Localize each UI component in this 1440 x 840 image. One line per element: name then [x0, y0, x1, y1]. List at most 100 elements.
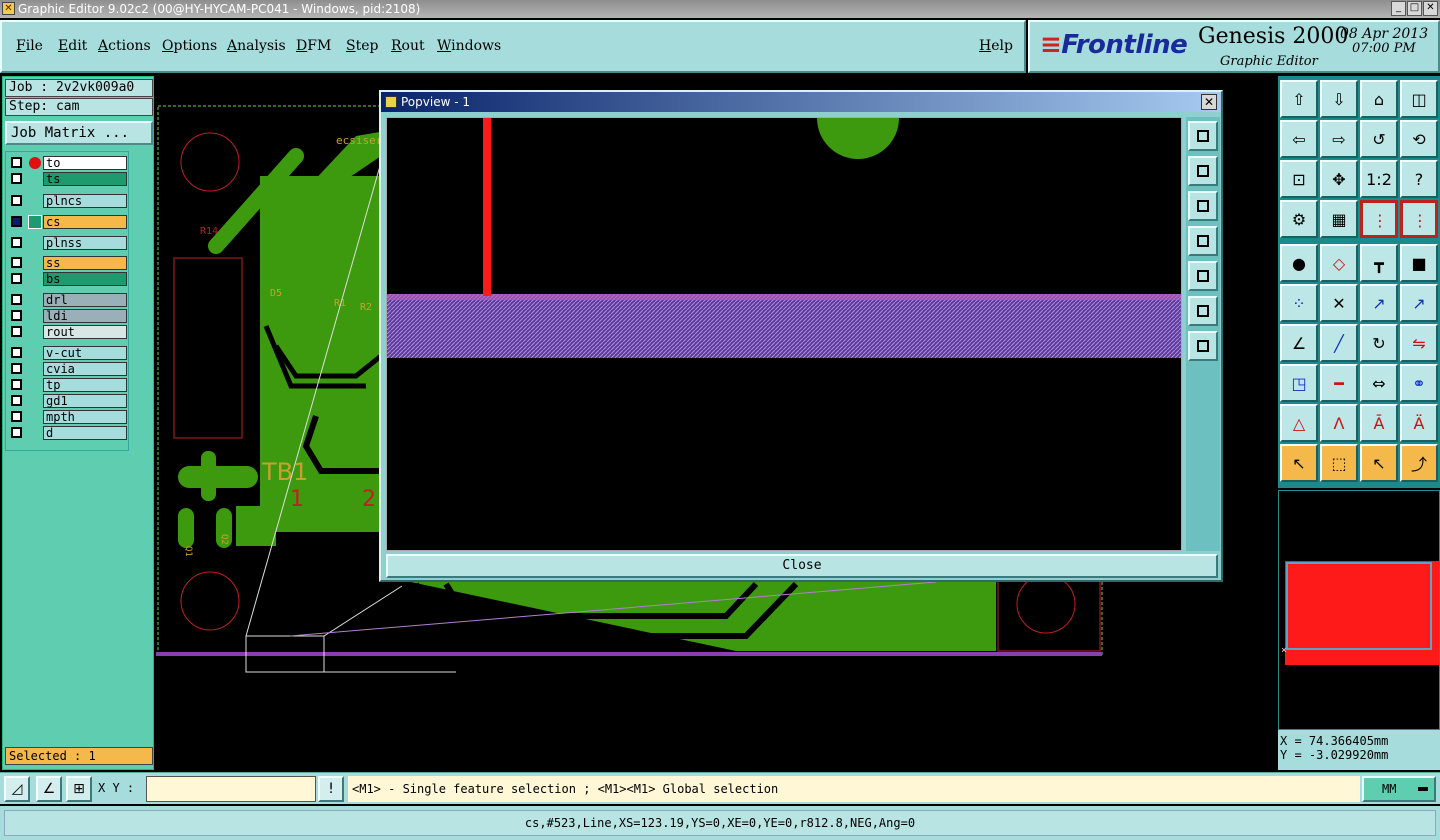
layer-name[interactable]: mpth — [43, 410, 127, 424]
layer-checkbox[interactable] — [11, 326, 22, 337]
snap-active-icon[interactable]: ⋮ — [1400, 200, 1438, 238]
layer-name[interactable]: plnss — [43, 236, 127, 250]
layer-row-plnss[interactable]: plnss — [9, 236, 127, 250]
layer-checkbox[interactable] — [11, 173, 22, 184]
menu-options[interactable]: Options — [162, 38, 217, 54]
select-icon[interactable]: ↖ — [1280, 444, 1318, 482]
layer-checkbox[interactable] — [11, 411, 22, 422]
select-touch-icon[interactable]: ↖ — [1360, 444, 1398, 482]
settings-icon[interactable]: ⚙ — [1280, 200, 1318, 238]
menu-analysis[interactable]: Analysis — [227, 38, 286, 54]
mirror-icon[interactable]: ⇋ — [1400, 324, 1438, 362]
pan-down-icon[interactable] — [1188, 191, 1218, 221]
measure-icon[interactable]: ┳ — [1360, 244, 1398, 282]
delete-icon[interactable]: ✕ — [1320, 284, 1358, 322]
zoom-out-icon[interactable] — [1188, 331, 1218, 361]
layer-checkbox[interactable] — [11, 310, 22, 321]
xy-input[interactable] — [146, 776, 316, 802]
layer-checkbox[interactable] — [11, 237, 22, 248]
layer-name[interactable]: to — [43, 156, 127, 170]
help-icon[interactable]: ? — [1400, 160, 1438, 198]
alert-icon[interactable]: ! — [318, 776, 344, 802]
layer-name[interactable]: tp — [43, 378, 127, 392]
unit-select[interactable]: MM — [1362, 776, 1436, 802]
snap-grid-icon[interactable]: ⊞ — [66, 776, 92, 802]
route-delete-icon[interactable]: Ä — [1400, 404, 1438, 442]
draw-line-icon[interactable]: ╱ — [1320, 324, 1358, 362]
layer-row-rout[interactable]: rout — [9, 325, 127, 339]
move-icon[interactable]: ↗ — [1360, 284, 1398, 322]
draw-angle-icon[interactable]: ∠ — [1280, 324, 1318, 362]
cut-line-icon[interactable]: ━ — [1320, 364, 1358, 402]
layer-row-d[interactable]: d — [9, 426, 127, 440]
layer-checkbox[interactable] — [11, 273, 22, 284]
layer-row-ts[interactable]: ts — [9, 172, 127, 186]
layer-row-drl[interactable]: drl — [9, 293, 127, 307]
layer-row-ss[interactable]: ss — [9, 256, 127, 270]
menu-actions[interactable]: Actions — [98, 38, 151, 54]
layer-checkbox[interactable] — [11, 216, 22, 227]
layer-checkbox[interactable] — [11, 347, 22, 358]
undo-zoom-icon[interactable]: ↺ — [1360, 120, 1398, 158]
layer-checkbox[interactable] — [11, 379, 22, 390]
layer-checkbox[interactable] — [11, 395, 22, 406]
layer-row-gd1[interactable]: gd1 — [9, 394, 127, 408]
layer-checkbox[interactable] — [11, 427, 22, 438]
menu-windows[interactable]: Windows — [437, 38, 501, 54]
layer-row-v-cut[interactable]: v-cut — [9, 346, 127, 360]
menu-help[interactable]: Help — [979, 38, 1013, 54]
home-icon[interactable]: ⌂ — [1360, 80, 1398, 118]
job-matrix-button[interactable]: Job Matrix ... — [5, 121, 153, 145]
stretch-icon[interactable]: ⇔ — [1360, 364, 1398, 402]
scale-icon[interactable]: 1:2 — [1360, 160, 1398, 198]
route-icon[interactable]: △ — [1280, 404, 1318, 442]
add-line-icon[interactable]: ◇ — [1320, 244, 1358, 282]
layer-name[interactable]: ss — [43, 256, 127, 270]
zoom-fit-icon[interactable]: ⊡ — [1280, 160, 1318, 198]
layer-name[interactable]: cs — [43, 215, 127, 229]
select-net-icon[interactable]: ⤴ — [1400, 444, 1438, 482]
layer-row-tp[interactable]: tp — [9, 378, 127, 392]
layer-row-plncs[interactable]: plncs — [9, 194, 127, 208]
snap-corner-icon[interactable]: ◿ — [4, 776, 30, 802]
overview-map[interactable]: × — [1278, 490, 1440, 730]
add-surface-icon[interactable]: ■ — [1400, 244, 1438, 282]
maximize-button[interactable]: □ — [1407, 1, 1422, 16]
popview-close-button[interactable]: Close — [386, 554, 1218, 578]
layer-name[interactable]: d — [43, 426, 127, 440]
pan-up-icon[interactable]: ⇧ — [1280, 80, 1318, 118]
layer-name[interactable]: ldi — [43, 309, 127, 323]
close-window-button[interactable]: ✕ — [1423, 1, 1438, 16]
popview-close-icon[interactable]: ✕ — [1201, 94, 1217, 110]
pan-down-icon[interactable]: ⇩ — [1320, 80, 1358, 118]
layer-name[interactable]: gd1 — [43, 394, 127, 408]
layer-name[interactable]: v-cut — [43, 346, 127, 360]
menu-rout[interactable]: Rout — [391, 38, 425, 54]
layer-row-bs[interactable]: bs — [9, 272, 127, 286]
menu-file[interactable]: File — [16, 38, 43, 54]
add-pad-icon[interactable]: ● — [1280, 244, 1318, 282]
layer-checkbox[interactable] — [11, 363, 22, 374]
layer-row-to[interactable]: to — [9, 156, 127, 170]
snap-angle-icon[interactable]: ∠ — [36, 776, 62, 802]
connect-icon[interactable]: ⁘ — [1280, 284, 1318, 322]
merge-icon[interactable]: ⚭ — [1400, 364, 1438, 402]
pan-left-icon[interactable] — [1188, 226, 1218, 256]
zoom-in-icon[interactable] — [1188, 296, 1218, 326]
pan-left-icon[interactable]: ⇦ — [1280, 120, 1318, 158]
pan-up-icon[interactable] — [1188, 156, 1218, 186]
popview-title-bar[interactable]: Popview - 1 ✕ — [381, 92, 1221, 112]
popview-canvas[interactable] — [386, 117, 1182, 551]
layer-checkbox[interactable] — [11, 257, 22, 268]
layer-checkbox[interactable] — [11, 294, 22, 305]
layer-name[interactable]: cvia — [43, 362, 127, 376]
select-box-icon[interactable]: ⬚ — [1320, 444, 1358, 482]
layer-row-cs[interactable]: cs — [9, 215, 127, 229]
layer-row-cvia[interactable]: cvia — [9, 362, 127, 376]
zoom-center-icon[interactable]: ✥ — [1320, 160, 1358, 198]
minimize-button[interactable]: _ — [1391, 1, 1406, 16]
layer-name[interactable]: bs — [43, 272, 127, 286]
layer-row-mpth[interactable]: mpth — [9, 410, 127, 424]
route-add-icon[interactable]: Λ — [1320, 404, 1358, 442]
layer-row-ldi[interactable]: ldi — [9, 309, 127, 323]
